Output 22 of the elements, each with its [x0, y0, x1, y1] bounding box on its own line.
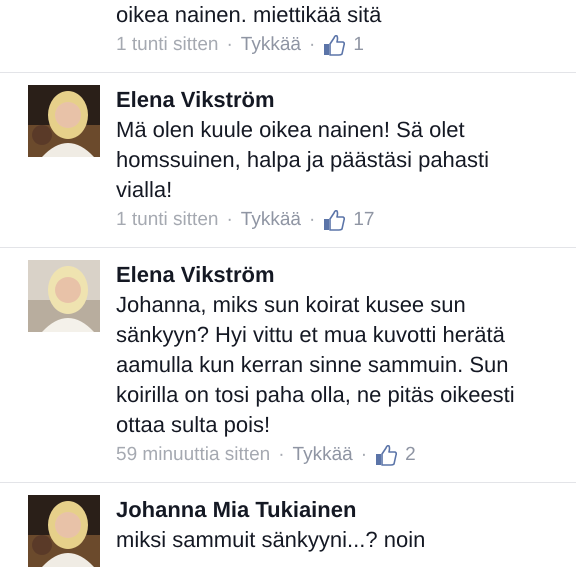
- separator-dot: ·: [226, 33, 233, 57]
- like-count: 2: [405, 443, 416, 467]
- separator-dot: ·: [360, 443, 368, 467]
- like-count: 17: [353, 208, 374, 232]
- thumbs-up-icon: [323, 210, 346, 230]
- author-name[interactable]: Elena Vikström: [116, 85, 546, 115]
- timestamp: 1 tunti sitten: [116, 33, 218, 57]
- comment-text: Johanna, miks sun koirat kusee sun sänkyyn? Hyi vittu et mua kuvotti herätä aamulla kun kerran sinne sammuin. Sun koirilla on tosi paha olla, ne pitäs oikeesti ottaa sulta pois!: [116, 291, 516, 439]
- thumbs-up-icon: [375, 444, 398, 466]
- timestamp: 1 tunti sitten: [116, 208, 218, 232]
- author-name[interactable]: Johanna Mia Tukiainen: [116, 495, 546, 525]
- comment-text: Mä olen kuule oikea nainen! Sä olet homssuinen, halpa ja päästäsi pahasti vialla!: [116, 116, 490, 204]
- thumbs-up-icon: [323, 34, 346, 56]
- separator-dot: ·: [308, 33, 316, 57]
- separator-dot: ·: [308, 208, 316, 232]
- comment-text: oikea nainen. miettikää sitä: [116, 1, 382, 29]
- comment-text: miksi sammuit sänkyyni...? noin: [116, 526, 426, 554]
- separator-dot: ·: [226, 208, 233, 232]
- like-count: 1: [353, 33, 364, 57]
- author-name[interactable]: Elena Vikström: [116, 260, 546, 290]
- timestamp: 59 minuuttia sitten: [116, 443, 270, 467]
- separator-dot: ·: [278, 443, 285, 467]
